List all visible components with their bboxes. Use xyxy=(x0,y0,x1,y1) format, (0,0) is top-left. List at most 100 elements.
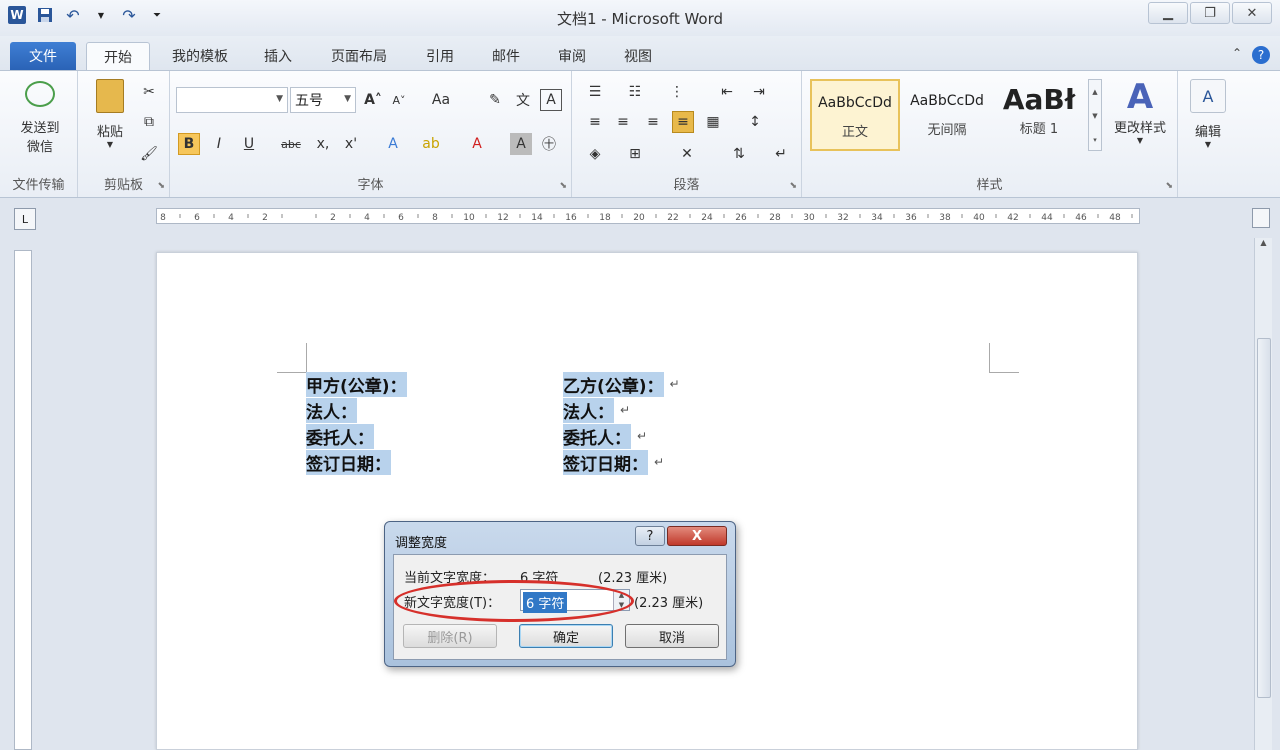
document-page[interactable]: 甲方(公章)： 法人： 委托人： 签订日期： 乙方(公章)： ↵ 法人： ↵ 委托人… xyxy=(156,252,1138,750)
line-date-right[interactable]: 签订日期： ↵ xyxy=(563,449,664,475)
line-agent-right[interactable]: 委托人： ↵ xyxy=(563,423,647,449)
help-icon[interactable]: ? xyxy=(1252,46,1270,64)
grow-font-icon[interactable]: A˄ xyxy=(362,89,384,111)
copy-icon[interactable]: ⧉ xyxy=(138,111,160,133)
minimize-button[interactable]: ▁ xyxy=(1148,2,1188,24)
binoculars-icon: A xyxy=(1190,79,1226,113)
paragraph-mark-icon: ↵ xyxy=(637,429,648,443)
cut-icon[interactable]: ✂ xyxy=(138,81,160,103)
numbering-icon[interactable]: ☷ xyxy=(624,81,646,103)
underline-button[interactable]: U xyxy=(238,133,260,155)
ruler-tick-label: 2 xyxy=(330,213,336,223)
styles-scroll[interactable]: ▲ ▼ ▾ xyxy=(1088,79,1102,151)
ribbon-tabs: 文件 开始 我的模板 插入 页面布局 引用 邮件 审阅 视图 ⌃ ? xyxy=(0,36,1280,70)
ruler-tick-label: 6 xyxy=(194,213,200,223)
paste-button[interactable]: 粘贴 ▼ xyxy=(88,79,132,149)
strikethrough-button[interactable]: abc xyxy=(280,133,302,155)
clear-formatting-icon[interactable]: ✎ xyxy=(484,89,506,111)
cancel-button[interactable]: 取消 xyxy=(625,624,719,648)
line-agent-left[interactable]: 委托人： xyxy=(306,423,374,449)
tab-mailings[interactable]: 邮件 xyxy=(478,42,534,70)
shrink-font-icon[interactable]: A˅ xyxy=(388,89,410,111)
align-left-icon[interactable]: ≡ xyxy=(584,111,606,133)
subscript-button[interactable]: x, xyxy=(312,133,334,155)
restore-button[interactable]: ❐ xyxy=(1190,2,1230,24)
line-party-b[interactable]: 乙方(公章)： ↵ xyxy=(563,371,680,397)
dialog-help-button[interactable]: ? xyxy=(635,526,665,546)
font-size-combo[interactable]: 五号 ▼ xyxy=(290,87,356,113)
sort-icon[interactable]: ⇅ xyxy=(728,143,750,165)
align-center-icon[interactable]: ≡ xyxy=(612,111,634,133)
enclosed-characters-icon[interactable]: ㊉ xyxy=(538,133,560,155)
scroll-thumb[interactable] xyxy=(1257,338,1271,698)
bullets-icon[interactable]: ☰ xyxy=(584,81,606,103)
line-date-left[interactable]: 签订日期： xyxy=(306,449,391,475)
character-shading-icon[interactable]: A xyxy=(510,133,532,155)
align-right-icon[interactable]: ≡ xyxy=(642,111,664,133)
styles-launcher-icon[interactable]: ⬊ xyxy=(1165,181,1173,191)
phonetic-guide-icon[interactable]: 文 xyxy=(512,89,534,111)
distributed-icon[interactable]: ▦ xyxy=(702,111,724,133)
editing-button[interactable]: A 编辑 ▼ xyxy=(1186,79,1230,149)
view-ruler-icon[interactable] xyxy=(1252,208,1270,228)
tab-my-templates[interactable]: 我的模板 xyxy=(160,42,240,70)
line-legal-right[interactable]: 法人： ↵ xyxy=(563,397,630,423)
character-border-icon[interactable]: A xyxy=(540,89,562,111)
minimize-ribbon-icon[interactable]: ⌃ xyxy=(1232,46,1242,64)
paragraph-mark-icon: ↵ xyxy=(669,377,680,391)
tab-insert[interactable]: 插入 xyxy=(250,42,306,70)
scroll-up-icon[interactable]: ▲ xyxy=(1255,238,1272,254)
tab-selector-icon[interactable]: L xyxy=(14,208,36,230)
line-party-a[interactable]: 甲方(公章)： xyxy=(306,371,407,397)
increase-indent-icon[interactable]: ⇥ xyxy=(748,81,770,103)
vertical-scrollbar[interactable]: ▲ xyxy=(1254,238,1272,750)
decrease-indent-icon[interactable]: ⇤ xyxy=(716,81,738,103)
text-effects-icon[interactable]: A xyxy=(382,133,404,155)
group-paragraph: ☰ ☷ ⋮ ⇤ ⇥ ≡ ≡ ≡ ≡ ▦ ↕ ◈ ⊞ ✕ ⇅ ↵ 段落 ⬊ xyxy=(572,71,802,197)
paste-dropdown-icon[interactable]: ▼ xyxy=(88,140,132,149)
superscript-button[interactable]: x' xyxy=(340,133,362,155)
style-name: 无间隔 xyxy=(927,123,967,138)
line-legal-left[interactable]: 法人： xyxy=(306,397,357,423)
chinese-layout-icon[interactable]: ✕ xyxy=(676,143,698,165)
tab-review[interactable]: 审阅 xyxy=(544,42,600,70)
change-styles-button[interactable]: A 更改样式 ▼ xyxy=(1106,77,1174,145)
shading-icon[interactable]: ◈ xyxy=(584,143,606,165)
send-to-wechat-button[interactable]: 发送到 微信 xyxy=(14,81,66,155)
multilevel-list-icon[interactable]: ⋮ xyxy=(666,81,688,103)
show-marks-icon[interactable]: ↵ xyxy=(770,143,792,165)
justify-icon[interactable]: ≡ xyxy=(672,111,694,133)
close-button[interactable]: ✕ xyxy=(1232,2,1272,24)
font-name-combo[interactable]: ▼ xyxy=(176,87,288,113)
ok-button[interactable]: 确定 xyxy=(519,624,613,648)
current-width-cm: (2.23 厘米) xyxy=(598,571,668,586)
clipboard-launcher-icon[interactable]: ⬊ xyxy=(157,181,165,191)
left-text: 甲方(公章)： xyxy=(306,371,407,397)
tab-page-layout[interactable]: 页面布局 xyxy=(318,42,400,70)
tab-file[interactable]: 文件 xyxy=(10,42,76,70)
paragraph-mark-icon: ↵ xyxy=(654,455,665,469)
borders-icon[interactable]: ⊞ xyxy=(624,143,646,165)
dialog-title: 调整宽度 xyxy=(395,536,448,551)
line-spacing-icon[interactable]: ↕ xyxy=(744,111,766,133)
tab-home[interactable]: 开始 xyxy=(86,42,150,70)
style-heading-1[interactable]: AaBł 标题 1 xyxy=(994,79,1084,151)
style-sample: AaBbCcDd xyxy=(910,93,984,109)
font-launcher-icon[interactable]: ⬊ xyxy=(559,181,567,191)
italic-button[interactable]: I xyxy=(208,133,230,155)
font-color-icon[interactable]: A xyxy=(466,133,488,155)
change-case-icon[interactable]: Aa xyxy=(430,89,452,111)
horizontal-ruler[interactable]: 8 6 4 2 2 4 6 8 10 12 14 16 18 20 22 24 26 28 30 32 34 36 38 40… xyxy=(156,208,1140,224)
right-text: 委托人： xyxy=(563,423,631,449)
style-no-spacing[interactable]: AaBbCcDd 无间隔 xyxy=(902,79,992,151)
dialog-close-button[interactable]: X xyxy=(667,526,727,546)
delete-button[interactable]: 删除(R) xyxy=(403,624,497,648)
tab-references[interactable]: 引用 xyxy=(412,42,468,70)
tab-view[interactable]: 视图 xyxy=(610,42,666,70)
format-painter-icon[interactable]: 🖌 xyxy=(138,143,160,165)
highlight-icon[interactable]: ab xyxy=(420,133,442,155)
vertical-ruler[interactable] xyxy=(14,250,32,750)
paragraph-launcher-icon[interactable]: ⬊ xyxy=(789,181,797,191)
bold-button[interactable]: B xyxy=(178,133,200,155)
style-normal[interactable]: AaBbCcDd 正文 xyxy=(810,79,900,151)
